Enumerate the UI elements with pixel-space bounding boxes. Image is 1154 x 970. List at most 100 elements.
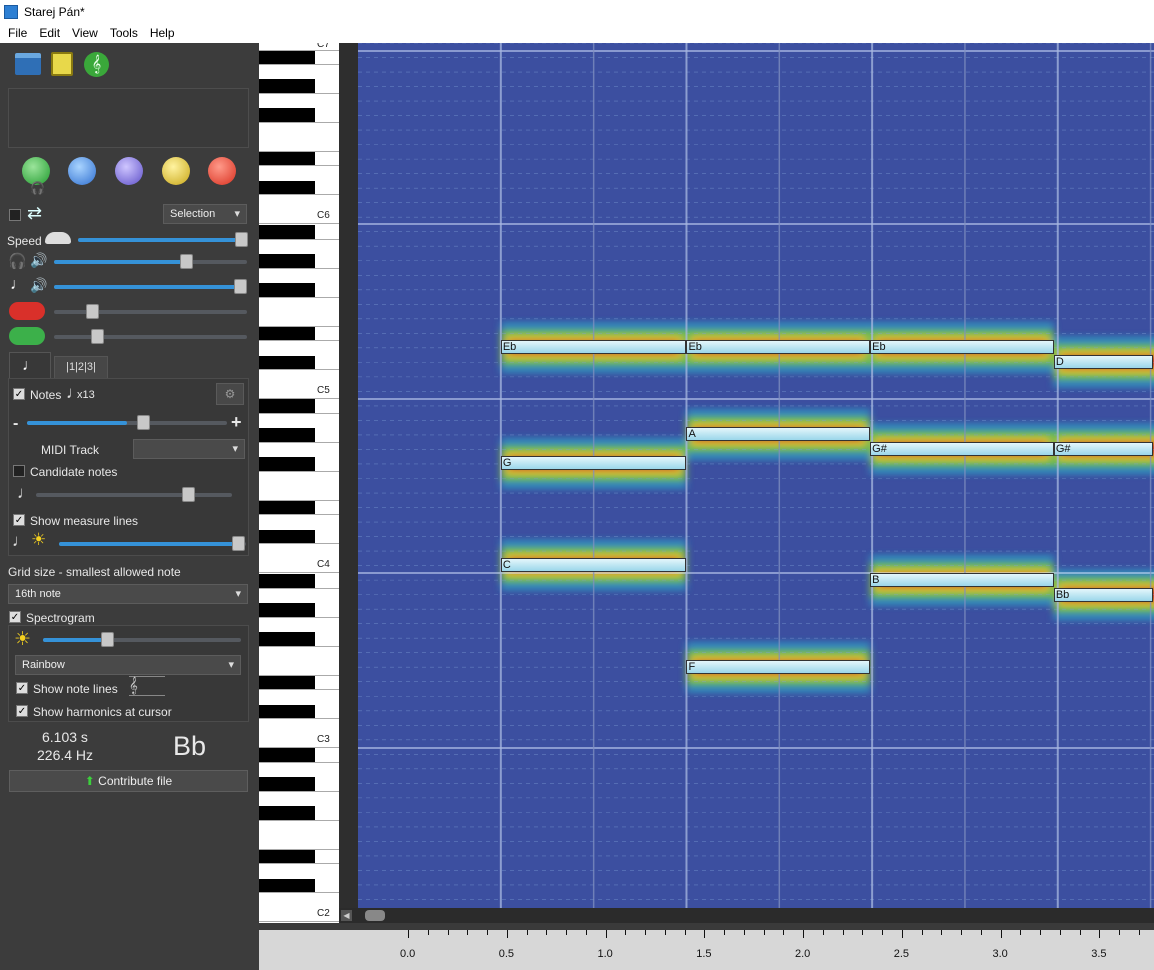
note-block[interactable]: D — [1053, 354, 1153, 369]
black-key[interactable] — [259, 675, 315, 690]
time-shift-slider[interactable] — [54, 329, 247, 344]
note-block[interactable]: Eb — [500, 340, 687, 355]
show-harmonics-checkbox[interactable]: ✓ — [16, 705, 28, 717]
ruler-tick — [645, 930, 646, 935]
menu-help[interactable]: Help — [142, 26, 179, 40]
note-block[interactable]: Eb — [686, 340, 871, 355]
play-both-icon[interactable] — [115, 157, 143, 185]
black-key[interactable] — [259, 603, 315, 618]
time-ruler[interactable]: 0.00.51.01.52.02.53.03.54.0 — [259, 930, 1154, 970]
grid-size-select[interactable]: 16th note — [8, 584, 248, 604]
white-key-line — [259, 543, 339, 545]
speed-slider[interactable] — [78, 232, 248, 247]
spectrogram-brightness-slider[interactable] — [43, 632, 241, 647]
black-key[interactable] — [259, 457, 315, 472]
note-block[interactable]: F — [686, 660, 871, 675]
black-key[interactable] — [259, 355, 315, 370]
ruler-tick — [1099, 930, 1101, 938]
save-icon[interactable] — [51, 52, 73, 76]
spectrogram-checkbox[interactable]: ✓ — [9, 611, 21, 623]
scroll-thumb[interactable] — [365, 910, 385, 921]
play-notes-icon[interactable] — [68, 157, 96, 185]
black-key[interactable] — [259, 108, 315, 123]
candidate-threshold-slider[interactable] — [36, 487, 232, 502]
scroll-left-arrow[interactable]: ◀ — [341, 910, 352, 921]
menu-view[interactable]: View — [64, 26, 102, 40]
staff-icon: 𝄞 — [129, 676, 165, 696]
cursor-note: Bb — [173, 731, 207, 761]
notes-volume-slider[interactable] — [54, 279, 247, 294]
black-key[interactable] — [259, 225, 315, 240]
loop-mode-select[interactable]: Selection — [163, 204, 247, 224]
tab-measures[interactable]: |1|2|3| — [54, 356, 108, 379]
cursor-time: 6.103 s — [42, 729, 88, 745]
show-note-lines-checkbox[interactable]: ✓ — [16, 682, 28, 694]
notes-checkbox[interactable]: ✓ — [13, 388, 25, 400]
black-key[interactable] — [259, 849, 315, 864]
ruler-tick — [546, 930, 548, 935]
tab-notes[interactable]: ♩ — [9, 352, 51, 379]
black-key[interactable] — [259, 574, 315, 589]
candidate-notes-checkbox[interactable] — [13, 465, 25, 477]
note-block[interactable]: Bb — [1053, 587, 1153, 602]
loop-checkbox[interactable] — [9, 209, 21, 221]
black-key[interactable] — [259, 878, 315, 893]
minus-button[interactable]: - — [13, 415, 18, 433]
black-key[interactable] — [259, 704, 315, 719]
note-block[interactable]: A — [686, 427, 871, 442]
note-block[interactable]: B — [870, 573, 1054, 588]
plus-button[interactable]: + — [231, 412, 242, 433]
black-key[interactable] — [259, 399, 315, 414]
stop-icon[interactable] — [208, 157, 236, 185]
white-key-line — [259, 267, 339, 269]
black-key[interactable] — [259, 254, 315, 269]
open-folder-icon[interactable] — [15, 53, 41, 75]
pause-icon[interactable] — [162, 157, 190, 185]
black-key[interactable] — [259, 283, 315, 298]
note-block[interactable]: G# — [1053, 441, 1153, 456]
treble-clef-icon[interactable]: 𝄞 — [84, 52, 109, 77]
black-key[interactable] — [259, 326, 315, 341]
piano-keyboard[interactable]: C7 C6 C5 C4 C3 C2 — [259, 43, 339, 923]
note-block[interactable]: G# — [870, 441, 1054, 456]
black-key[interactable] — [259, 500, 315, 515]
horizontal-scrollbar[interactable]: ◀ — [339, 908, 1154, 923]
show-measure-lines-checkbox[interactable]: ✓ — [13, 514, 25, 526]
note-block[interactable]: C — [500, 558, 687, 572]
pitch-shift-slider[interactable] — [54, 304, 247, 319]
auto-detect-button[interactable]: ⚙ — [216, 383, 244, 405]
note-sensitivity-slider[interactable] — [27, 415, 227, 430]
white-key-line — [259, 50, 339, 52]
ruler-tick — [1059, 930, 1061, 935]
note-name: Eb — [688, 341, 702, 354]
black-key[interactable] — [259, 777, 315, 792]
black-key[interactable] — [259, 151, 315, 166]
black-key[interactable] — [259, 428, 315, 443]
ruler-label: 2.0 — [795, 948, 811, 960]
spectrogram-view[interactable]: Eb Eb Eb D A G G# G# C B Bb F — [339, 42, 1154, 923]
ruler-tick — [566, 930, 567, 935]
black-key[interactable] — [259, 79, 315, 94]
contribute-file-button[interactable]: ⬆ Contribute file — [9, 770, 248, 792]
note-block[interactable]: G — [500, 456, 687, 471]
ruler-tick — [605, 930, 607, 938]
measure-brightness-slider[interactable] — [59, 536, 246, 551]
black-key[interactable] — [259, 50, 315, 65]
note-name: G# — [872, 442, 887, 455]
octave-label: C6 — [317, 210, 330, 221]
note-block[interactable]: Eb — [870, 340, 1054, 355]
black-key[interactable] — [259, 180, 315, 195]
midi-track-select[interactable] — [133, 439, 245, 459]
black-key[interactable] — [259, 748, 315, 763]
menu-file[interactable]: File — [0, 26, 31, 40]
menu-edit[interactable]: Edit — [31, 26, 64, 40]
black-key[interactable] — [259, 806, 315, 821]
ruler-label: 0.0 — [400, 948, 416, 960]
black-key[interactable] — [259, 632, 315, 647]
black-key[interactable] — [259, 529, 315, 544]
audio-volume-slider[interactable] — [54, 254, 247, 269]
menu-tools[interactable]: Tools — [102, 26, 142, 40]
white-key-line — [259, 790, 339, 792]
colormap-select[interactable]: Rainbow — [15, 655, 241, 675]
ruler-tick — [743, 930, 745, 935]
